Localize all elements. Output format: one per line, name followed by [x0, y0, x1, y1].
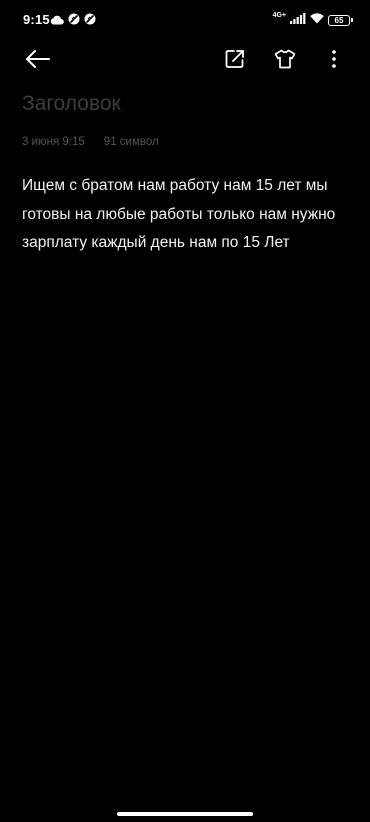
- battery-level: 65: [334, 15, 344, 25]
- back-button[interactable]: [22, 45, 54, 77]
- home-indicator[interactable]: [117, 812, 253, 816]
- note-title-field[interactable]: Заголовок: [22, 92, 121, 116]
- back-arrow-icon: [25, 49, 51, 74]
- theme-button[interactable]: [269, 45, 301, 77]
- status-bar: 9:15 4G+ 65: [0, 0, 370, 40]
- note-char-count: 91 символ: [103, 136, 159, 148]
- note-meta: 3 июня 9:15 91 символ: [22, 136, 159, 148]
- theme-tshirt-icon: [274, 49, 296, 74]
- cloud-icon: [50, 12, 64, 30]
- share-button[interactable]: [219, 45, 251, 77]
- status-notification-icons: [50, 12, 96, 30]
- wifi-icon: [310, 11, 324, 29]
- blocked-notification-icon: [68, 12, 80, 30]
- note-toolbar: [0, 40, 370, 78]
- blocked-notification-icon: [84, 12, 96, 30]
- note-body-text[interactable]: Ищем с братом нам работу нам 15 лет мы г…: [22, 172, 354, 258]
- share-icon: [225, 49, 245, 74]
- note-date: 3 июня 9:15: [22, 136, 85, 148]
- network-type-label: 4G+: [272, 11, 286, 19]
- status-time: 9:15: [23, 12, 50, 27]
- signal-icon: [290, 11, 306, 29]
- more-options-button[interactable]: [318, 45, 350, 77]
- status-system-icons: 4G+ 65: [272, 11, 353, 29]
- battery-icon: 65: [328, 14, 353, 26]
- more-vertical-icon: [331, 49, 337, 74]
